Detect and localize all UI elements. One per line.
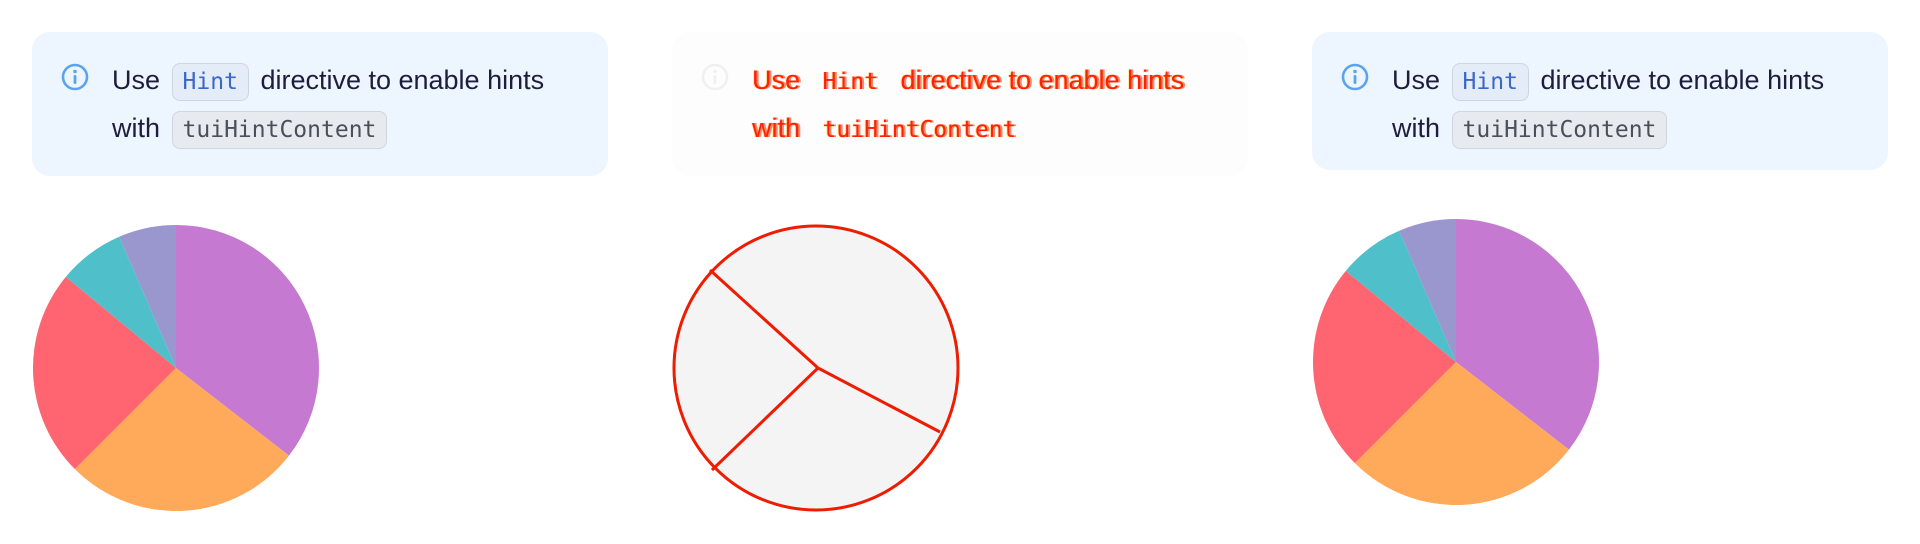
code-hint-content: tuiHintContent xyxy=(822,116,1017,143)
actual-panel: Use Hint directive to enable hints with … xyxy=(1280,0,1920,544)
hint-notice: Use Hint directive to enable hints with … xyxy=(32,32,608,176)
notice-text: Use Hint directive to enable hints with … xyxy=(752,56,1224,152)
code-hint: Hint xyxy=(1451,62,1529,101)
notice-text-use: Use xyxy=(112,65,161,95)
notice-text-with: with xyxy=(752,113,801,143)
info-circle-icon xyxy=(61,63,89,91)
code-hint-content: tuiHintContent xyxy=(171,110,388,149)
notice-text-with: with xyxy=(1392,113,1441,143)
info-circle-icon xyxy=(701,63,729,91)
diff-panel: Use Hint directive to enable hints with … xyxy=(640,0,1280,544)
notice-text-directive: directive to enable hints xyxy=(900,65,1185,95)
expected-panel: Use Hint directive to enable hints with … xyxy=(0,0,640,544)
pie-svg xyxy=(672,224,960,512)
notice-text: Use Hint directive to enable hints with … xyxy=(112,56,584,152)
code-hint: Hint xyxy=(171,62,249,101)
notice-text-with: with xyxy=(112,113,161,143)
screenshot-diff-view: Use Hint directive to enable hints with … xyxy=(0,0,1920,544)
pie-chart xyxy=(1310,216,1602,508)
code-hint-content: tuiHintContent xyxy=(1451,110,1668,149)
pie-svg xyxy=(1312,219,1600,506)
notice-text-directive: directive to enable hints xyxy=(260,65,545,95)
hint-notice-diff: Use Hint directive to enable hints with … xyxy=(672,32,1248,176)
notice-text: Use Hint directive to enable hints with … xyxy=(1392,56,1864,152)
notice-text-use: Use xyxy=(1392,65,1441,95)
pie-svg xyxy=(32,225,320,512)
pie-chart xyxy=(30,222,322,514)
notice-text-directive: directive to enable hints xyxy=(1540,65,1825,95)
hint-notice: Use Hint directive to enable hints with … xyxy=(1312,32,1888,170)
code-hint: Hint xyxy=(822,68,878,95)
pie-chart-diff xyxy=(670,222,962,514)
notice-text-use: Use xyxy=(752,65,801,95)
info-circle-icon xyxy=(1341,63,1369,91)
